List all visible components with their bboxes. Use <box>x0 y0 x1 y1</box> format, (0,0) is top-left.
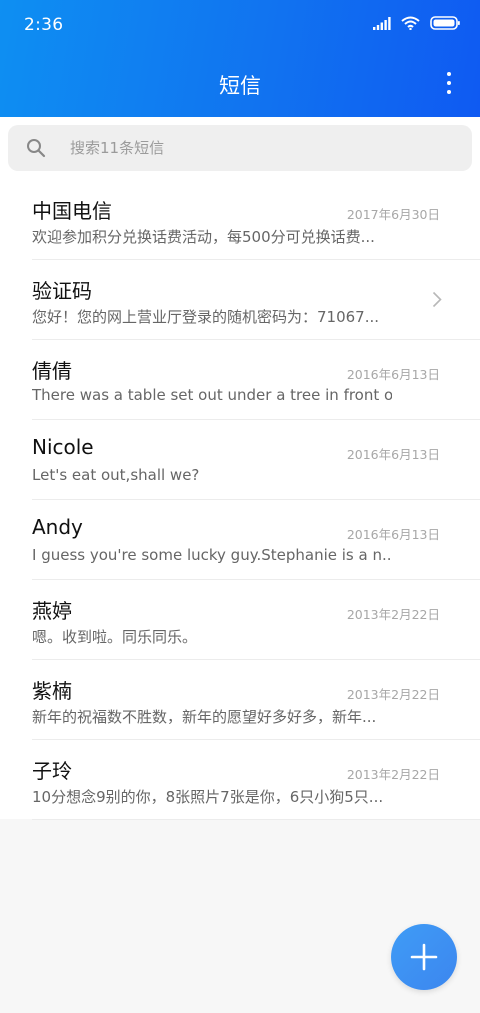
message-date: 2013年2月22日 <box>346 607 440 622</box>
sender-name: 倩倩 <box>32 359 72 383</box>
message-date: 2013年2月22日 <box>346 767 440 782</box>
message-preview: 您好！您的网上营业厅登录的随机密码为：71067... <box>32 308 380 326</box>
app-header: 2:36 短信 <box>0 0 480 117</box>
new-message-button[interactable] <box>391 924 457 990</box>
message-preview: There was a table set out under a tree i… <box>32 386 392 404</box>
status-icons <box>373 16 460 30</box>
message-preview: Let's eat out,shall we? <box>32 466 200 484</box>
more-vertical-icon-dot <box>447 90 451 94</box>
sender-name: 验证码 <box>32 279 92 303</box>
message-preview: 10分想念9别的你，8张照片7张是你，6只小狗5只... <box>32 788 384 806</box>
sender-name: Nicole <box>32 435 94 459</box>
message-item[interactable]: Nicole 2016年6月13日 Let's eat out,shall we… <box>32 420 480 500</box>
message-date: 2013年2月22日 <box>346 687 440 702</box>
search-input[interactable] <box>70 125 450 171</box>
message-preview: I guess you're some lucky guy.Stephanie … <box>32 546 392 564</box>
status-time: 2:36 <box>24 15 64 35</box>
sender-name: 燕婷 <box>32 599 72 623</box>
message-item[interactable]: Andy 2016年6月13日 I guess you're some luck… <box>32 500 480 580</box>
wifi-icon <box>401 16 420 30</box>
battery-icon <box>430 16 460 30</box>
message-preview: 新年的祝福数不胜数，新年的愿望好多好多，新年... <box>32 708 377 726</box>
message-panel: 中国电信 2017年6月30日 欢迎参加积分兑换话费活动，每500分可兑换话费.… <box>0 117 480 820</box>
message-item[interactable]: 中国电信 2017年6月30日 欢迎参加积分兑换话费活动，每500分可兑换话费.… <box>32 180 480 260</box>
message-date: 2016年6月13日 <box>346 367 440 382</box>
sender-name: 子玲 <box>32 759 72 783</box>
message-item[interactable]: 燕婷 2013年2月22日 嗯。收到啦。同乐同乐。 <box>32 580 480 660</box>
message-preview: 嗯。收到啦。同乐同乐。 <box>32 628 198 646</box>
sender-name: 紫楠 <box>32 679 72 703</box>
message-preview: 欢迎参加积分兑换话费活动，每500分可兑换话费... <box>32 228 375 246</box>
more-options-button[interactable] <box>444 72 454 94</box>
page-title: 短信 <box>219 74 261 98</box>
more-vertical-icon <box>447 72 451 76</box>
search-icon <box>26 138 46 162</box>
search-bar[interactable] <box>8 125 472 171</box>
message-date: 2016年6月13日 <box>346 527 440 542</box>
message-item[interactable]: 子玲 2013年2月22日 10分想念9别的你，8张照片7张是你，6只小狗5只.… <box>32 740 480 820</box>
message-item[interactable]: 倩倩 2016年6月13日 There was a table set out … <box>32 340 480 420</box>
sender-name: 中国电信 <box>32 199 112 223</box>
status-bar: 2:36 <box>0 0 480 52</box>
plus-icon <box>410 943 438 971</box>
more-vertical-icon-dot <box>447 81 451 85</box>
signal-icon <box>373 16 391 30</box>
sender-name: Andy <box>32 515 83 539</box>
chevron-right-icon <box>432 291 442 312</box>
message-list: 中国电信 2017年6月30日 欢迎参加积分兑换话费活动，每500分可兑换话费.… <box>0 180 480 820</box>
message-date: 2017年6月30日 <box>346 207 440 222</box>
message-date: 2016年6月13日 <box>346 447 440 462</box>
message-item[interactable]: 验证码 您好！您的网上营业厅登录的随机密码为：71067... <box>32 260 480 340</box>
message-item[interactable]: 紫楠 2013年2月22日 新年的祝福数不胜数，新年的愿望好多好多，新年... <box>32 660 480 740</box>
